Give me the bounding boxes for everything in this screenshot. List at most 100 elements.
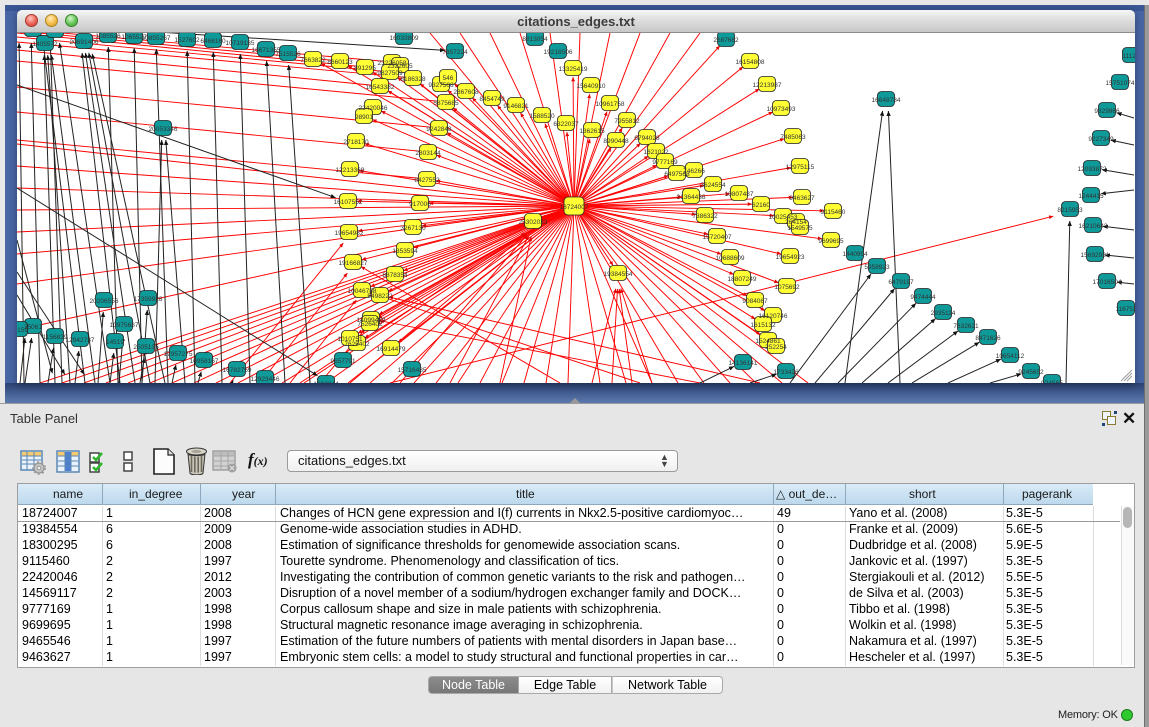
svg-text:9227349: 9227349 [1088, 136, 1114, 143]
svg-text:17359928: 17359928 [134, 296, 163, 303]
svg-text:12093872: 12093872 [1078, 166, 1107, 173]
svg-text:1527602: 1527602 [174, 37, 200, 44]
svg-text:15720407: 15720407 [703, 234, 732, 241]
svg-text:9084067: 9084067 [742, 298, 768, 305]
svg-text:2687682: 2687682 [713, 37, 739, 44]
svg-text:16648784: 16648784 [872, 97, 901, 104]
svg-text:8215953: 8215953 [1057, 207, 1083, 214]
svg-text:8471626: 8471626 [975, 335, 1001, 342]
svg-text:252254: 252254 [765, 344, 787, 351]
svg-text:21364436: 21364436 [677, 194, 706, 201]
svg-text:15640910: 15640910 [577, 83, 606, 90]
svg-text:6322037: 6322037 [553, 121, 579, 128]
svg-text:19654982: 19654982 [335, 230, 364, 237]
svg-text:9115460: 9115460 [821, 209, 846, 216]
svg-text:12213987: 12213987 [753, 82, 782, 89]
svg-text:1621022: 1621022 [643, 149, 669, 156]
svg-text:9777169: 9777169 [652, 159, 678, 166]
svg-text:2867608: 2867608 [453, 89, 479, 96]
svg-text:3624554: 3624554 [700, 182, 726, 189]
svg-text:10958167: 10958167 [190, 358, 219, 365]
svg-text:8454749: 8454749 [479, 96, 505, 103]
svg-text:7663822: 7663822 [300, 57, 326, 64]
svg-text:14136141: 14136141 [729, 360, 758, 367]
svg-text:9463627: 9463627 [789, 195, 815, 202]
svg-text:16914479: 16914479 [377, 346, 406, 353]
svg-text:9327508: 9327508 [428, 82, 454, 89]
svg-text:10688609: 10688609 [716, 255, 745, 262]
svg-text:1440954: 1440954 [842, 251, 868, 258]
svg-text:12923446: 12923446 [251, 376, 280, 383]
svg-text:14519: 14519 [106, 339, 124, 346]
svg-text:12213369: 12213369 [336, 167, 365, 174]
svg-text:98901: 98901 [355, 114, 373, 121]
svg-text:917006: 917006 [409, 201, 431, 208]
svg-text:18807249: 18807249 [728, 276, 757, 283]
svg-text:10654112: 10654112 [996, 353, 1025, 360]
svg-text:16782759: 16782759 [223, 367, 252, 374]
svg-text:6479197: 6479197 [888, 279, 914, 286]
svg-text:17016504: 17016504 [1093, 279, 1122, 286]
svg-text:2803144: 2803144 [415, 150, 441, 157]
svg-text:20691406: 20691406 [70, 39, 99, 46]
svg-text:39159: 39159 [17, 327, 28, 334]
svg-text:1588520: 1588520 [529, 113, 555, 120]
svg-text:7526402: 7526402 [357, 321, 383, 328]
svg-text:16154808: 16154808 [736, 59, 765, 66]
svg-text:12942737: 12942737 [66, 337, 95, 344]
svg-text:10855267: 10855267 [142, 35, 171, 42]
svg-text:9474444: 9474444 [910, 294, 936, 301]
svg-text:5875685: 5875685 [433, 100, 459, 107]
svg-text:15716485: 15716485 [398, 367, 427, 374]
svg-text:7632621: 7632621 [953, 323, 979, 330]
svg-text:924565: 924565 [1041, 380, 1063, 383]
svg-text:1353594: 1353594 [392, 248, 418, 255]
svg-text:10975687: 10975687 [110, 322, 139, 329]
svg-text:15751074: 15751074 [1106, 80, 1135, 87]
svg-text:10719135: 10719135 [226, 40, 255, 47]
svg-text:9146821: 9146821 [503, 103, 529, 110]
svg-text:1405572: 1405572 [32, 41, 58, 48]
svg-text:8878354: 8878354 [382, 272, 408, 279]
svg-text:17957275: 17957275 [164, 351, 193, 358]
svg-text:5958923: 5958923 [864, 264, 890, 271]
svg-text:1549575: 1549575 [787, 225, 813, 232]
svg-text:16210643: 16210643 [1079, 223, 1108, 230]
svg-text:8813054: 8813054 [522, 36, 548, 43]
svg-text:1405572: 1405572 [20, 33, 46, 34]
svg-text:1615132: 1615132 [750, 322, 776, 329]
svg-text:9827509: 9827509 [377, 70, 403, 77]
svg-text:3267130: 3267130 [400, 225, 426, 232]
svg-text:19654923: 19654923 [776, 254, 805, 261]
svg-text:20206556: 20206556 [90, 298, 119, 305]
svg-text:10973493: 10973493 [767, 106, 796, 113]
svg-text:12975115: 12975115 [786, 164, 815, 171]
svg-text:7386322: 7386322 [692, 213, 718, 220]
svg-text:7357224: 7357224 [442, 49, 468, 56]
svg-text:203557: 203557 [44, 33, 66, 35]
svg-text:6466160: 6466160 [200, 38, 226, 45]
svg-text:1244415: 1244415 [1078, 193, 1104, 200]
svg-text:10046788: 10046788 [348, 288, 377, 295]
svg-text:8186328: 8186328 [400, 76, 426, 83]
svg-text:22420046: 22420046 [359, 105, 388, 112]
svg-text:2322605: 2322605 [387, 63, 413, 70]
svg-text:15692931: 15692931 [1081, 252, 1110, 259]
svg-text:2935114: 2935114 [931, 310, 956, 317]
svg-text:7955812: 7955812 [614, 118, 640, 125]
svg-text:16543382: 16543382 [366, 84, 395, 91]
svg-text:7485063: 7485063 [780, 134, 806, 141]
svg-text:9657791: 9657791 [330, 358, 356, 365]
svg-text:1010751: 1010751 [337, 336, 363, 343]
svg-text:13325419: 13325419 [559, 66, 588, 73]
svg-text:746266: 746266 [683, 168, 705, 175]
svg-text:10807487: 10807487 [725, 191, 754, 198]
svg-text:116753: 116753 [1115, 306, 1135, 313]
svg-text:2718170: 2718170 [343, 139, 369, 146]
svg-text:1733426: 1733426 [773, 369, 799, 376]
svg-text:1292344: 1292344 [313, 381, 339, 383]
svg-text:9329966: 9329966 [1094, 108, 1120, 115]
svg-text:20053346: 20053346 [149, 126, 178, 133]
svg-text:25302033: 25302033 [519, 219, 548, 226]
svg-text:10961758: 10961758 [596, 101, 625, 108]
